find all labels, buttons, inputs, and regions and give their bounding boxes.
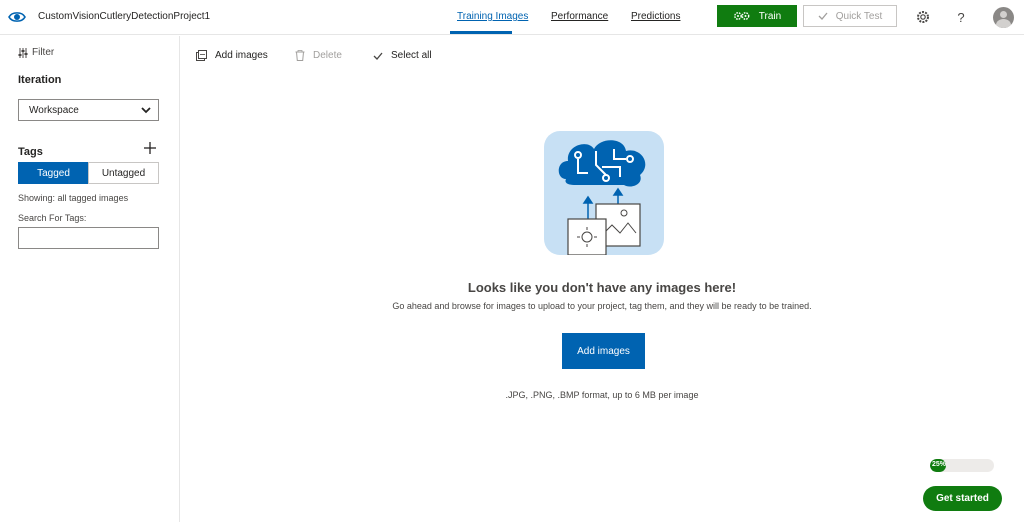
filter-label: Filter [32, 47, 55, 58]
delete-toolbar-button[interactable]: Delete [295, 50, 342, 61]
brain-upload-illustration [544, 131, 664, 255]
onboarding-progress-label: 25% [932, 461, 947, 468]
settings-button[interactable] [915, 9, 931, 25]
tagged-toggle-button[interactable]: Tagged [19, 163, 88, 183]
empty-state-description: Go ahead and browse for images to upload… [392, 301, 812, 311]
tab-predictions[interactable]: Predictions [631, 11, 680, 22]
add-images-toolbar-label: Add images [215, 50, 268, 61]
quick-test-label: Quick Test [835, 10, 883, 22]
tab-training-images[interactable]: Training Images [457, 11, 528, 22]
search-tags-input[interactable] [18, 227, 159, 249]
iteration-selected-value: Workspace [29, 104, 79, 116]
tags-heading: Tags [18, 146, 43, 158]
trash-icon [295, 50, 305, 61]
add-images-toolbar-button[interactable]: Add images [196, 50, 268, 61]
get-started-button[interactable]: Get started [923, 486, 1002, 511]
untagged-toggle-button[interactable]: Untagged [88, 162, 159, 184]
plus-icon [144, 142, 156, 154]
iteration-dropdown[interactable]: Workspace [18, 99, 159, 121]
iteration-heading: Iteration [18, 74, 62, 86]
showing-text: Showing: all tagged images [18, 193, 129, 203]
chevron-down-icon [141, 107, 151, 114]
add-image-icon [196, 50, 207, 61]
filter-button[interactable]: Filter [18, 47, 54, 58]
gear-icon [917, 11, 929, 23]
eye-icon[interactable] [8, 8, 26, 26]
sidebar: Filter Iteration Workspace Tags Tagged U… [0, 36, 180, 522]
top-bar: CustomVisionCutleryDetectionProject1 Tra… [0, 0, 1024, 35]
supported-formats-text: .JPG, .PNG, .BMP format, up to 6 MB per … [505, 390, 699, 400]
train-button[interactable]: Train [717, 5, 797, 27]
select-all-toolbar-button[interactable]: Select all [373, 50, 432, 61]
project-title: CustomVisionCutleryDetectionProject1 [38, 11, 211, 22]
search-tags-label: Search For Tags: [18, 213, 87, 223]
avatar[interactable] [993, 7, 1014, 28]
help-icon: ? [957, 9, 965, 25]
active-tab-indicator [450, 31, 512, 34]
add-images-button[interactable]: Add images [562, 333, 645, 369]
quick-test-button[interactable]: Quick Test [803, 5, 897, 27]
select-all-toolbar-label: Select all [391, 50, 432, 61]
avatar-head [1000, 11, 1007, 18]
add-tag-button[interactable] [144, 142, 156, 158]
tab-performance[interactable]: Performance [551, 11, 608, 22]
avatar-body [996, 19, 1011, 28]
train-label: Train [758, 10, 782, 22]
gears-icon [733, 12, 750, 20]
delete-toolbar-label: Delete [313, 50, 342, 61]
checkmark-icon [373, 52, 383, 60]
empty-state-title: Looks like you don't have any images her… [467, 280, 737, 295]
help-button[interactable]: ? [953, 9, 969, 25]
tag-filter-toggle: Tagged Untagged [18, 162, 159, 184]
filter-sliders-icon [18, 47, 28, 58]
checkmark-icon [818, 12, 828, 20]
